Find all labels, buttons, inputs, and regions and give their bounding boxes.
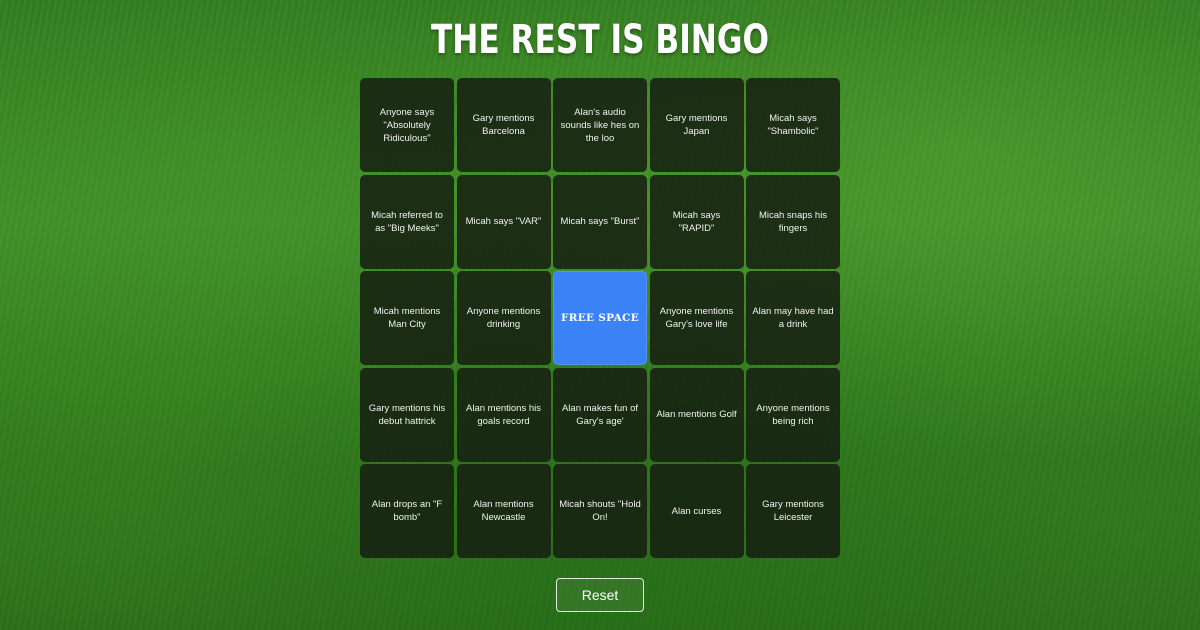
bingo-cell[interactable]: Alan makes fun of Gary's age': [553, 367, 647, 462]
bingo-cell[interactable]: Gary mentions Barcelona: [456, 78, 551, 172]
page-title: THE REST IS BINGO: [430, 17, 770, 63]
reset-button[interactable]: Reset: [556, 578, 644, 612]
bingo-cell[interactable]: Micah mentions Man City: [360, 271, 454, 365]
bingo-cell[interactable]: Micah referred to as "Big Meeks": [360, 174, 454, 269]
bingo-cell[interactable]: Alan drops an "F bomb": [360, 464, 454, 558]
bingo-cell[interactable]: Alan's audio sounds like hes on the loo: [553, 78, 647, 172]
bingo-cell[interactable]: Micah snaps his fingers: [746, 174, 840, 269]
bingo-cell[interactable]: Anyone mentions being rich: [746, 367, 840, 462]
bingo-cell[interactable]: Alan mentions Newcastle: [456, 464, 551, 558]
bingo-cell[interactable]: Micah says "Shambolic": [746, 78, 840, 172]
bingo-cell[interactable]: Alan mentions his goals record: [456, 367, 551, 462]
bingo-cell[interactable]: Alan may have had a drink: [746, 271, 840, 365]
bingo-cell[interactable]: Gary mentions Japan: [649, 78, 744, 172]
bingo-cell[interactable]: Alan curses: [649, 464, 744, 558]
bingo-cell[interactable]: Gary mentions his debut hattrick: [360, 367, 454, 462]
bingo-cell[interactable]: Anyone says "Absolutely Ridiculous": [360, 78, 454, 172]
bingo-cell[interactable]: Gary mentions Leicester: [746, 464, 840, 558]
bingo-cell[interactable]: Micah shouts "Hold On!: [553, 464, 647, 558]
bingo-cell[interactable]: Micah says "Burst": [553, 174, 647, 269]
bingo-cell[interactable]: Anyone mentions Gary's love life: [649, 271, 744, 365]
bingo-cell[interactable]: Anyone mentions drinking: [456, 271, 551, 365]
bingo-cell[interactable]: Micah says "RAPID": [649, 174, 744, 269]
free-space-cell[interactable]: FREE SPACE: [553, 271, 647, 365]
bingo-cell[interactable]: Micah says "VAR": [456, 174, 551, 269]
bingo-cell[interactable]: Alan mentions Golf: [649, 367, 744, 462]
bingo-page: THE REST IS BINGO Anyone says "Absolutel…: [0, 0, 1200, 630]
bingo-board: Anyone says "Absolutely Ridiculous" Gary…: [360, 78, 840, 558]
